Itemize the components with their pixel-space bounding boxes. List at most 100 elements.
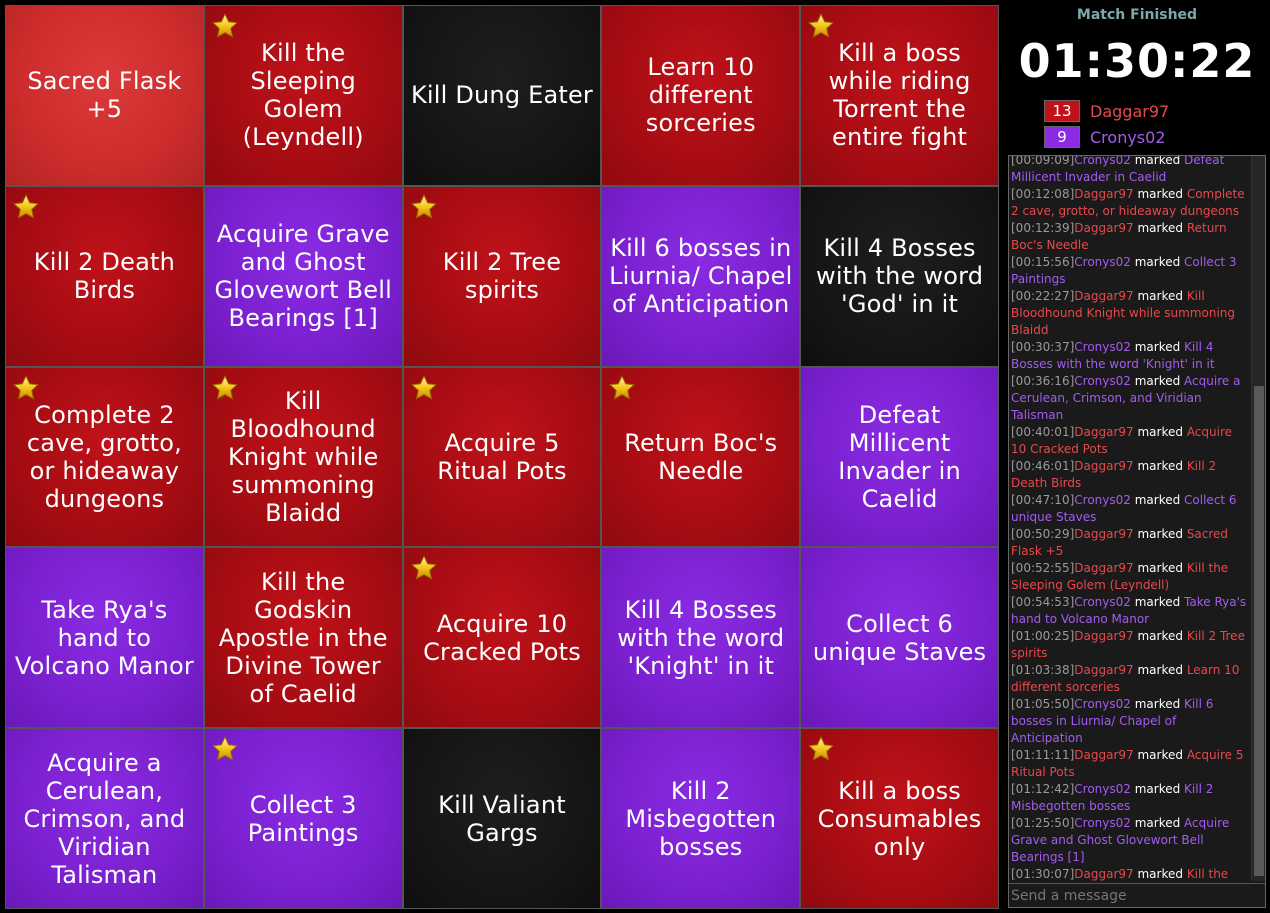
board-cell-label: Learn 10 different sorceries bbox=[645, 53, 756, 138]
star-icon bbox=[211, 374, 239, 402]
player-name[interactable]: Daggar97 bbox=[1090, 102, 1169, 121]
board-cell-label: Kill 2 Death Birds bbox=[33, 248, 176, 305]
match-timer: 01:30:22 bbox=[1018, 34, 1256, 88]
board-cell[interactable]: Kill 4 Bosses with the word 'God' in it bbox=[801, 186, 998, 366]
board-cell-label: Collect 6 unique Staves bbox=[812, 609, 987, 666]
board-cell-label: Acquire 5 Ritual Pots bbox=[437, 428, 567, 485]
chat-entry-timestamp: [01:05:50] bbox=[1011, 697, 1075, 711]
board-cell[interactable]: Kill 2 Tree spirits bbox=[403, 186, 601, 366]
board-cell[interactable]: Kill 2 Death Birds bbox=[6, 186, 203, 366]
board-cell-label: Defeat Millicent Invader in Caelid bbox=[838, 400, 961, 513]
chat-entry-player: Cronys02 bbox=[1074, 156, 1131, 167]
chat-entry-player: Daggar97 bbox=[1074, 748, 1134, 762]
board-cell[interactable]: Defeat Millicent Invader in Caelid bbox=[801, 367, 998, 547]
chat-entry-verb: marked bbox=[1134, 816, 1181, 830]
board-cell-label: Kill Valiant Gargs bbox=[438, 790, 566, 847]
board-cell[interactable]: Acquire a Cerulean, Crimson, and Viridia… bbox=[6, 729, 203, 908]
chat-entry-timestamp: [01:00:25] bbox=[1011, 629, 1075, 643]
chat-entry-player: Daggar97 bbox=[1074, 561, 1134, 575]
board-cell-label: Kill 4 Bosses with the word 'God' in it bbox=[816, 234, 984, 319]
star-icon bbox=[410, 554, 438, 582]
board-cell[interactable]: Kill Bloodhound Knight while summoning B… bbox=[204, 367, 402, 547]
message-input[interactable] bbox=[1009, 883, 1265, 907]
board-cell-label: Kill 6 bosses in Liurnia/ Chapel of Anti… bbox=[609, 234, 793, 319]
chat-entry-verb: marked bbox=[1137, 629, 1183, 643]
chat-entry-verb: marked bbox=[1137, 187, 1183, 201]
star-icon bbox=[12, 193, 40, 221]
board-cell[interactable]: Take Rya's hand to Volcano Manor bbox=[6, 548, 203, 728]
board-cell-label: Kill 2 Misbegotten bosses bbox=[625, 776, 777, 861]
chat-entry: [00:52:55]Daggar97 marked Kill the Sleep… bbox=[1011, 560, 1249, 594]
chat-scrollbar[interactable] bbox=[1251, 156, 1265, 881]
chat-entry-verb: marked bbox=[1134, 697, 1181, 711]
chat-entry: [00:50:29]Daggar97 marked Sacred Flask +… bbox=[1011, 526, 1249, 560]
board-cell[interactable]: Kill 6 bosses in Liurnia/ Chapel of Anti… bbox=[602, 186, 800, 366]
chat-entry-verb: marked bbox=[1134, 340, 1181, 354]
board-cell[interactable]: Acquire 10 Cracked Pots bbox=[403, 548, 601, 728]
star-icon bbox=[211, 735, 239, 763]
chat-entry-timestamp: [01:11:11] bbox=[1011, 748, 1075, 762]
chat-panel: [00:09:09]Cronys02 marked Defeat Millice… bbox=[1008, 155, 1266, 908]
match-status: Match Finished bbox=[1076, 7, 1198, 23]
chat-entry: [00:40:01]Daggar97 marked Acquire 10 Cra… bbox=[1011, 424, 1249, 458]
board-cell-label: Kill Dung Eater bbox=[410, 81, 594, 110]
board-cell[interactable]: Kill the Sleeping Golem (Leyndell) bbox=[204, 6, 402, 185]
board-cell-label: Kill Bloodhound Knight while summoning B… bbox=[227, 386, 379, 527]
board-cell[interactable]: Kill a boss Consumables only bbox=[801, 729, 998, 908]
board-cell-label: Sacred Flask +5 bbox=[27, 67, 182, 124]
board-cell[interactable]: Collect 3 Paintings bbox=[204, 729, 402, 908]
star-icon bbox=[807, 12, 835, 40]
board-cell[interactable]: Kill Dung Eater bbox=[403, 6, 601, 185]
board-cell[interactable]: Kill a boss while riding Torrent the ent… bbox=[801, 6, 998, 185]
chat-entry-timestamp: [01:25:50] bbox=[1011, 816, 1075, 830]
board-cell-label: Acquire Grave and Ghost Glovewort Bell B… bbox=[214, 220, 392, 333]
chat-entry-verb: marked bbox=[1137, 425, 1183, 439]
player-score: 13 bbox=[1044, 100, 1080, 122]
chat-entry: [00:15:56]Cronys02 marked Collect 3 Pain… bbox=[1011, 254, 1249, 288]
board-cell[interactable]: Return Boc's Needle bbox=[602, 367, 800, 547]
chat-entry-player: Cronys02 bbox=[1074, 697, 1131, 711]
chat-scrollbar-thumb[interactable] bbox=[1254, 386, 1264, 876]
board-cell[interactable]: Kill Valiant Gargs bbox=[403, 729, 601, 908]
chat-entry-timestamp: [01:30:07] bbox=[1011, 867, 1075, 881]
star-icon bbox=[12, 374, 40, 402]
board-cell[interactable]: Collect 6 unique Staves bbox=[801, 548, 998, 728]
chat-entry: [00:46:01]Daggar97 marked Kill 2 Death B… bbox=[1011, 458, 1249, 492]
chat-entry: [01:25:50]Cronys02 marked Acquire Grave … bbox=[1011, 815, 1249, 866]
board-cell-label: Kill the Godskin Apostle in the Divine T… bbox=[218, 567, 388, 708]
chat-entry-player: Cronys02 bbox=[1074, 255, 1131, 269]
board-cell[interactable]: Kill 2 Misbegotten bosses bbox=[602, 729, 800, 908]
board-cell[interactable]: Acquire 5 Ritual Pots bbox=[403, 367, 601, 547]
chat-entry: [00:54:53]Cronys02 marked Take Rya's han… bbox=[1011, 594, 1249, 628]
star-icon bbox=[807, 735, 835, 763]
chat-entry-timestamp: [00:22:27] bbox=[1011, 289, 1075, 303]
board-cell[interactable]: Kill 4 Bosses with the word 'Knight' in … bbox=[602, 548, 800, 728]
board-cell-label: Complete 2 cave, grotto, or hideaway dun… bbox=[26, 400, 182, 513]
chat-entry-player: Daggar97 bbox=[1074, 187, 1134, 201]
board-cell[interactable]: Learn 10 different sorceries bbox=[602, 6, 800, 185]
chat-entry: [01:11:11]Daggar97 marked Acquire 5 Ritu… bbox=[1011, 747, 1249, 781]
chat-entry-verb: marked bbox=[1134, 493, 1181, 507]
chat-entry-verb: marked bbox=[1137, 663, 1183, 677]
chat-entry-player: Cronys02 bbox=[1074, 782, 1131, 796]
chat-entry-timestamp: [01:03:38] bbox=[1011, 663, 1075, 677]
board-cell[interactable]: Acquire Grave and Ghost Glovewort Bell B… bbox=[204, 186, 402, 366]
board-cell[interactable]: Complete 2 cave, grotto, or hideaway dun… bbox=[6, 367, 203, 547]
chat-entry: [00:36:16]Cronys02 marked Acquire a Ceru… bbox=[1011, 373, 1249, 424]
board-cell[interactable]: Sacred Flask +5 bbox=[6, 6, 203, 185]
chat-entry-player: Cronys02 bbox=[1074, 595, 1131, 609]
chat-entry-timestamp: [00:50:29] bbox=[1011, 527, 1075, 541]
chat-entry-player: Cronys02 bbox=[1074, 374, 1131, 388]
board-cell-label: Collect 3 Paintings bbox=[247, 790, 359, 847]
player-name[interactable]: Cronys02 bbox=[1090, 128, 1166, 147]
chat-entry-player: Cronys02 bbox=[1074, 340, 1131, 354]
chat-entry: [00:09:09]Cronys02 marked Defeat Millice… bbox=[1011, 156, 1249, 186]
board-cell[interactable]: Kill the Godskin Apostle in the Divine T… bbox=[204, 548, 402, 728]
chat-entry: [00:30:37]Cronys02 marked Kill 4 Bosses … bbox=[1011, 339, 1249, 373]
chat-entry-verb: marked bbox=[1134, 595, 1181, 609]
chat-entry: [00:47:10]Cronys02 marked Collect 6 uniq… bbox=[1011, 492, 1249, 526]
board-cell-label: Kill a boss while riding Torrent the ent… bbox=[828, 39, 971, 152]
chat-entry-timestamp: [00:15:56] bbox=[1011, 255, 1075, 269]
chat-entry-player: Cronys02 bbox=[1074, 493, 1131, 507]
chat-entry-timestamp: [00:30:37] bbox=[1011, 340, 1075, 354]
